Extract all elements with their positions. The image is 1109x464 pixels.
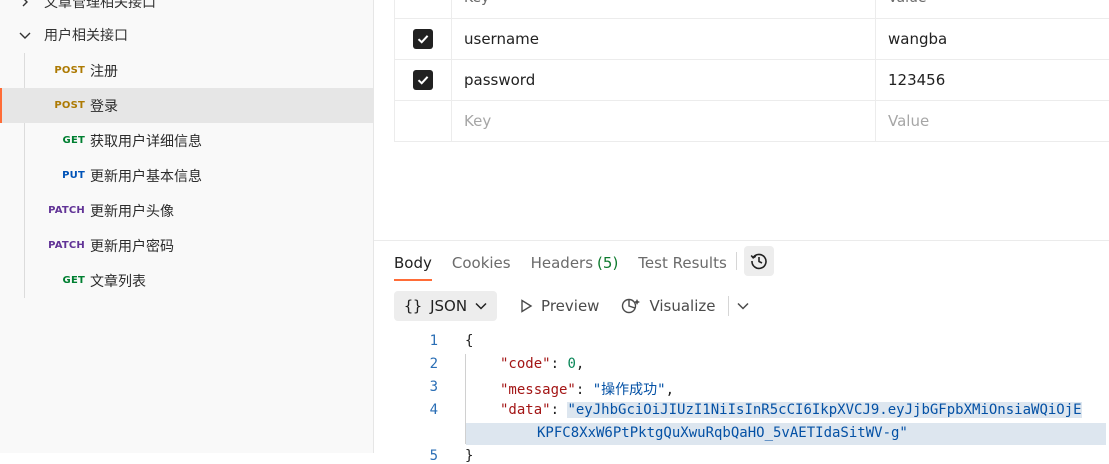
pane-divider[interactable] bbox=[374, 240, 1109, 241]
line-number: 2 bbox=[429, 356, 438, 372]
request-label: 更新用户密码 bbox=[90, 238, 174, 255]
braces-icon: {} bbox=[404, 297, 423, 315]
code-line: KPFC8XxW6PtPktgQuXwuRqbQaHO_5vAETIdaSitW… bbox=[537, 425, 908, 441]
param-enabled-checkbox[interactable] bbox=[413, 70, 433, 90]
request-label: 获取用户详细信息 bbox=[90, 133, 202, 150]
chevron-down-icon bbox=[18, 28, 32, 42]
tabs-separator bbox=[736, 252, 737, 270]
chevron-down-icon bbox=[736, 302, 749, 310]
visualize-icon bbox=[622, 298, 641, 314]
checkmark-icon bbox=[417, 35, 429, 44]
param-key-field[interactable]: password bbox=[452, 60, 876, 100]
request-label: 注册 bbox=[90, 63, 118, 80]
method-badge: GET bbox=[62, 135, 85, 146]
line-number: 5 bbox=[429, 448, 438, 464]
param-value-field[interactable]: wangba bbox=[876, 19, 1109, 59]
code-line: "data": "eyJhbGciOiJIUzI1NiIsInR5cCI6Ikp… bbox=[500, 402, 1082, 418]
history-icon bbox=[750, 253, 767, 270]
response-tabs: Body Cookies Headers (5) Test Results bbox=[394, 245, 747, 281]
method-badge: PUT bbox=[62, 170, 85, 181]
param-value-field[interactable]: 123456 bbox=[876, 60, 1109, 100]
method-badge: PATCH bbox=[48, 205, 85, 216]
folder-article-management[interactable]: 文章管理相关接口 bbox=[18, 0, 156, 17]
collection-sidebar: 文章管理相关接口 用户相关接口 POST 注册 POST 登录 GET 获取用户… bbox=[0, 0, 374, 453]
chevron-down-icon bbox=[475, 302, 487, 310]
headers-count-badge: (5) bbox=[597, 254, 619, 272]
param-key-field[interactable]: username bbox=[452, 19, 876, 59]
play-icon bbox=[521, 299, 533, 313]
format-label: JSON bbox=[430, 297, 468, 315]
request-label: 文章列表 bbox=[90, 273, 146, 290]
code-line: { bbox=[465, 333, 474, 349]
response-history-button[interactable] bbox=[744, 246, 774, 276]
folder-label: 文章管理相关接口 bbox=[44, 0, 156, 11]
line-number: 3 bbox=[429, 379, 438, 395]
param-row-new: Key Value bbox=[394, 101, 1109, 142]
method-badge: GET bbox=[62, 275, 85, 286]
request-item-register[interactable]: POST 注册 bbox=[0, 53, 373, 88]
visualize-button[interactable]: Visualize bbox=[621, 296, 716, 316]
new-param-key-input[interactable]: Key bbox=[452, 101, 876, 141]
request-label: 更新用户基本信息 bbox=[90, 168, 202, 185]
request-label: 更新用户头像 bbox=[90, 203, 174, 220]
method-badge: POST bbox=[54, 100, 85, 111]
code-line: } bbox=[465, 448, 474, 464]
selected-token: "eyJhbGciOiJIUzI1NiIsInR5cCI6IkpXVCJ9.ey… bbox=[567, 402, 1082, 418]
method-badge: PATCH bbox=[48, 240, 85, 251]
request-item-update-avatar[interactable]: PATCH 更新用户头像 bbox=[0, 193, 373, 228]
line-number: 1 bbox=[429, 333, 438, 349]
line-number: 4 bbox=[429, 402, 438, 418]
column-header-value: Value bbox=[876, 0, 1109, 18]
tab-cookies[interactable]: Cookies bbox=[452, 247, 511, 279]
param-row-username: username wangba bbox=[394, 19, 1109, 60]
format-dropdown[interactable]: {} JSON bbox=[394, 291, 498, 321]
param-enabled-checkbox[interactable] bbox=[413, 29, 433, 49]
method-badge: POST bbox=[54, 65, 85, 76]
chevron-right-icon bbox=[18, 0, 32, 9]
params-table: Key Value username wangba password 12345… bbox=[394, 0, 1109, 142]
response-toolbar: {} JSON Preview Visualize bbox=[394, 290, 757, 322]
request-item-login[interactable]: POST 登录 bbox=[0, 88, 373, 123]
request-item-update-password[interactable]: PATCH 更新用户密码 bbox=[0, 228, 373, 263]
preview-button[interactable]: Preview bbox=[519, 297, 599, 315]
param-row-password: password 123456 bbox=[394, 60, 1109, 101]
folder-user-related[interactable]: 用户相关接口 bbox=[18, 20, 128, 50]
folder-label: 用户相关接口 bbox=[44, 28, 128, 44]
code-line: "message": "操作成功", bbox=[500, 382, 675, 398]
request-item-get-user-info[interactable]: GET 获取用户详细信息 bbox=[0, 123, 373, 158]
params-header-row: Key Value bbox=[394, 0, 1109, 19]
checkmark-icon bbox=[417, 76, 429, 85]
tab-headers[interactable]: Headers (5) bbox=[531, 247, 619, 279]
more-options-dropdown[interactable] bbox=[736, 302, 757, 310]
tab-body[interactable]: Body bbox=[394, 247, 432, 281]
column-header-key: Key bbox=[452, 0, 876, 18]
request-item-article-list[interactable]: GET 文章列表 bbox=[0, 263, 373, 298]
request-label: 登录 bbox=[90, 98, 118, 115]
code-line: "code": 0, bbox=[500, 356, 585, 372]
request-item-update-user-info[interactable]: PUT 更新用户基本信息 bbox=[0, 158, 373, 193]
new-param-value-input[interactable]: Value bbox=[876, 101, 1109, 141]
tab-test-results[interactable]: Test Results bbox=[638, 247, 726, 279]
